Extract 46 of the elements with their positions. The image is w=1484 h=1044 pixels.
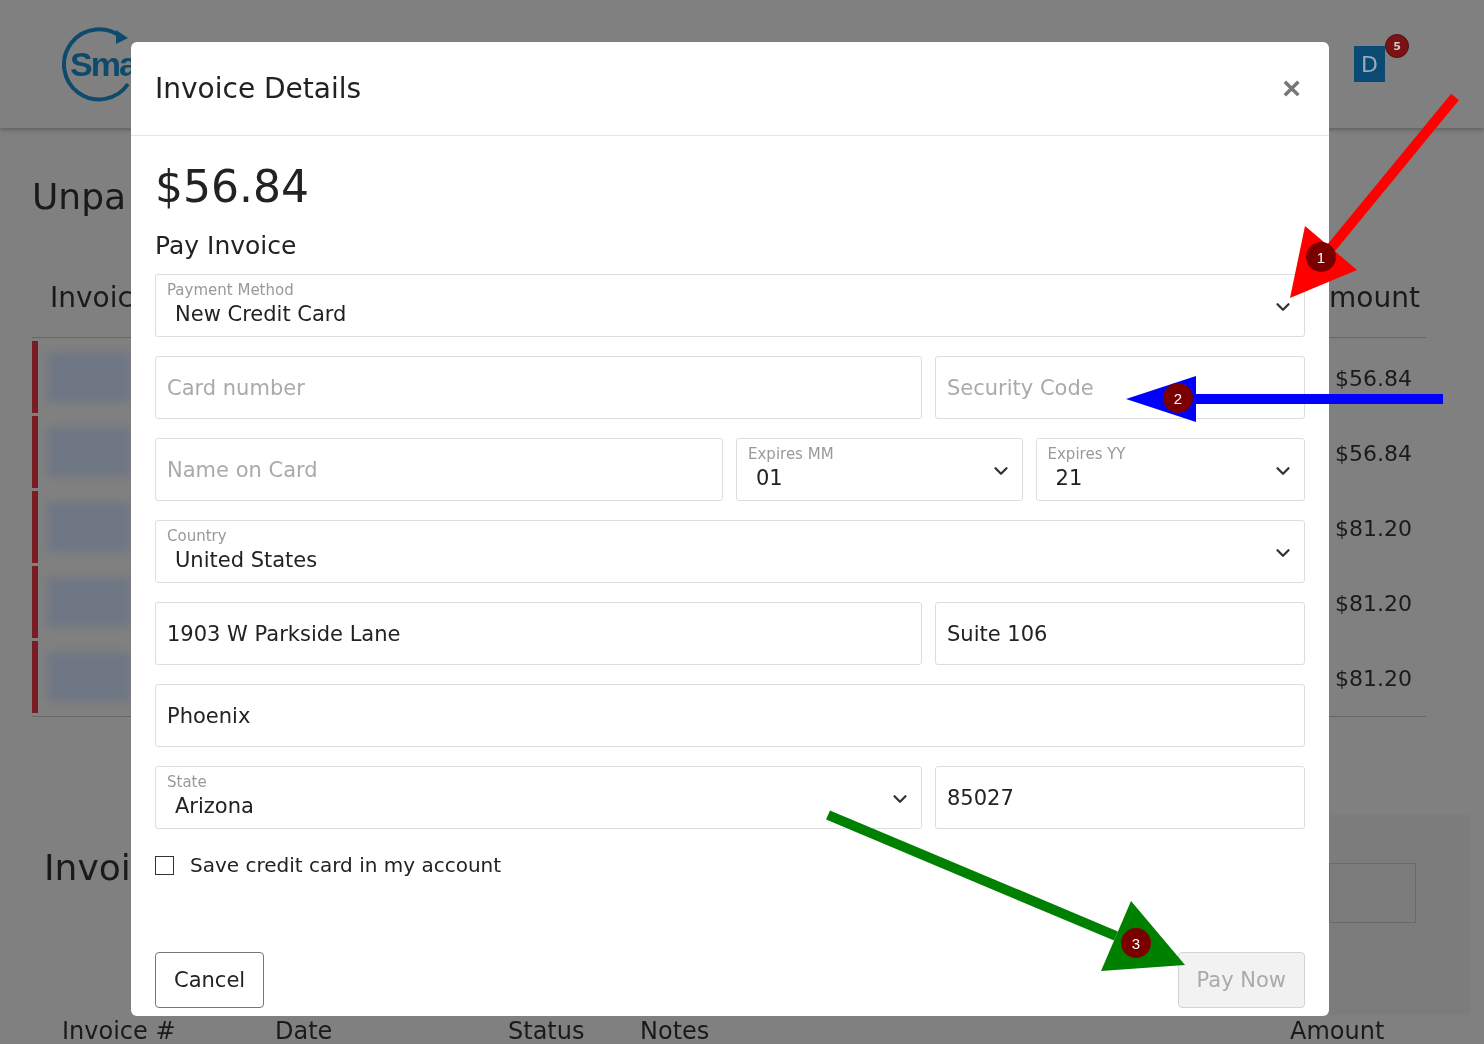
amount-cell-text: $56.84 [1334, 440, 1413, 468]
field-label: Expires MM [748, 445, 835, 463]
amount-cell-text: $81.20 [1334, 665, 1413, 693]
invoice-total: $56.84 [155, 160, 310, 214]
field-value: 21 [1054, 465, 1084, 492]
field-label: Payment Method [167, 281, 295, 299]
text-field[interactable]: Name on Card [155, 438, 723, 501]
field-value: New Credit Card [174, 301, 348, 328]
section-heading: Invoi [44, 847, 131, 888]
column-header: Invoice # [62, 1018, 177, 1044]
dropdown[interactable]: Country United States [155, 520, 1305, 583]
field-label: Expires YY [1047, 445, 1127, 463]
dropdown[interactable]: State Arizona [155, 766, 922, 829]
field-label: State [167, 773, 208, 791]
dropdown[interactable]: Expires YY 21 [1035, 438, 1305, 501]
column-header: Invoic [50, 279, 131, 316]
input-field[interactable] [1329, 863, 1416, 923]
cancel-button[interactable]: Cancel [155, 952, 265, 1008]
column-header: Amount [1290, 1018, 1386, 1044]
dropdown[interactable]: Expires MM 01 [736, 438, 1023, 501]
text-field[interactable]: 85027 [935, 766, 1305, 829]
field-label: Country [167, 527, 228, 545]
field-value: United States [174, 547, 319, 574]
text-field[interactable]: Card number [155, 356, 922, 419]
column-header: Date [275, 1018, 334, 1044]
circular-arrow-icon [60, 26, 131, 102]
text-field[interactable]: Phoenix [155, 684, 1305, 747]
close-button[interactable]: × [1278, 70, 1305, 107]
column-header: Status [508, 1018, 586, 1044]
section-title: Pay Invoice [155, 230, 298, 262]
amount-cell-text: $56.84 [1334, 365, 1413, 393]
user-avatar[interactable]: D [1354, 46, 1385, 82]
column-header: mount [1329, 279, 1421, 316]
dialog-title: Invoice Details [155, 72, 362, 105]
field-value: 01 [755, 465, 784, 492]
checkbox[interactable] [155, 855, 174, 875]
notification-badge: 5 [1385, 34, 1409, 58]
field-value: Arizona [174, 793, 255, 820]
amount-cell-text: $81.20 [1334, 590, 1413, 618]
amount-cell-text: $81.20 [1334, 515, 1413, 543]
checkbox-label: Save credit card in my account [190, 853, 502, 877]
dropdown[interactable]: Payment Method New Credit Card [155, 274, 1305, 337]
text-field[interactable]: 1903 W Parkside Lane [155, 602, 922, 665]
text-field[interactable]: Suite 106 [935, 602, 1305, 665]
column-header: Notes [640, 1018, 711, 1044]
page-heading: Unpa [32, 176, 128, 217]
